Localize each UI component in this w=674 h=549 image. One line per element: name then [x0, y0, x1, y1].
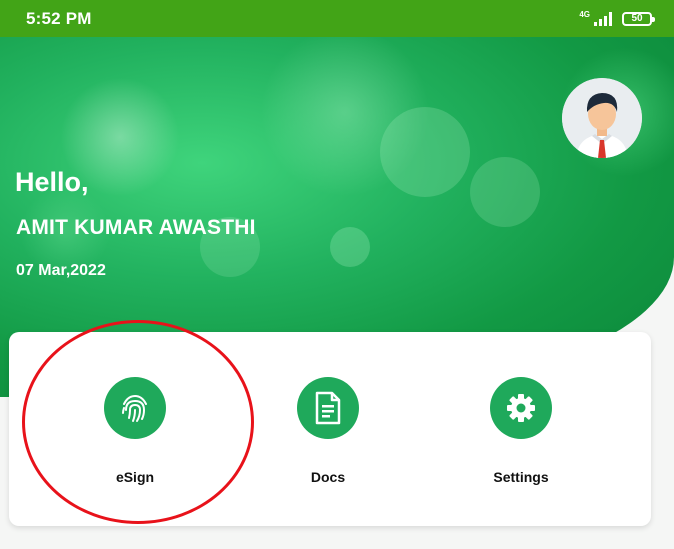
bokeh-light	[330, 227, 370, 267]
current-date: 07 Mar,2022	[16, 262, 106, 279]
user-name: AMIT KUMAR AWASTHI	[16, 216, 256, 239]
settings-button[interactable]: Settings	[450, 332, 590, 526]
gear-icon	[507, 394, 535, 422]
document-icon	[315, 391, 341, 425]
status-indicators: 4G 50	[579, 9, 655, 26]
battery-icon: 50	[622, 11, 655, 26]
bokeh-light	[380, 107, 470, 197]
greeting-text: Hello,	[15, 167, 89, 197]
docs-button[interactable]: Docs	[257, 332, 397, 526]
network-type: 4G	[579, 9, 590, 19]
status-time: 5:52 PM	[26, 8, 92, 28]
docs-label: Docs	[310, 469, 346, 485]
settings-label: Settings	[493, 469, 549, 485]
docs-icon-circle[interactable]	[297, 377, 359, 439]
signal-icon	[594, 11, 612, 26]
bokeh-light	[470, 157, 540, 227]
status-bar: 5:52 PM 4G 50	[0, 0, 674, 37]
avatar-icon[interactable]	[562, 78, 642, 158]
settings-icon-circle[interactable]	[490, 377, 552, 439]
annotation-circle	[22, 320, 254, 524]
